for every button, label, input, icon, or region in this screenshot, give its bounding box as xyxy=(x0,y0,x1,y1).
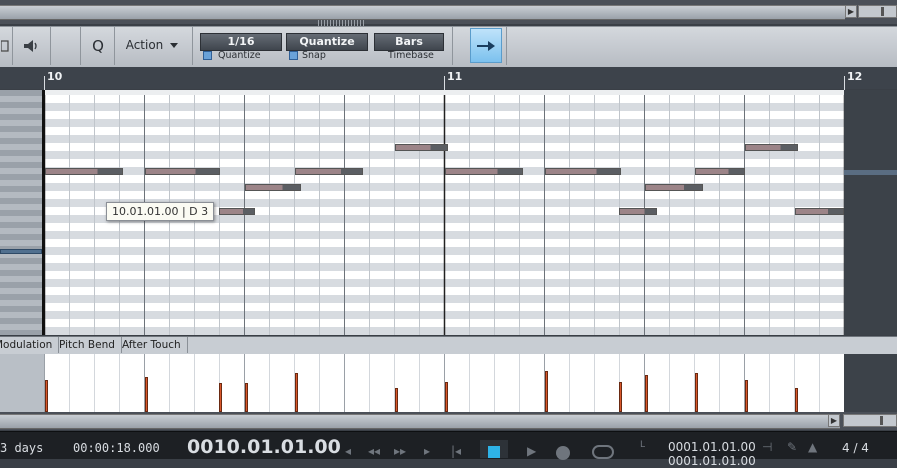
velocity-bar[interactable] xyxy=(219,383,222,412)
tab-modulation[interactable]: Modulation xyxy=(0,337,60,353)
tab-after-touch[interactable]: After Touch xyxy=(116,337,188,353)
bar-label: 12 xyxy=(847,70,863,83)
zoom-slider[interactable] xyxy=(843,414,897,427)
wrench-icon[interactable]: ✎ xyxy=(787,440,797,454)
quantize-mode-select[interactable]: Quantize xyxy=(286,33,368,51)
scroll-right-icon[interactable]: ▶ xyxy=(845,5,857,18)
velocity-lane-header xyxy=(0,354,44,412)
loop-icon[interactable] xyxy=(592,445,614,459)
velocity-bar[interactable] xyxy=(695,373,698,412)
note-position-tooltip: 10.01.01.00 | D 3 xyxy=(106,202,215,221)
stop-button[interactable] xyxy=(480,440,508,458)
velocity-bar[interactable] xyxy=(395,388,398,412)
duration-display: 3 days xyxy=(0,441,44,455)
midi-note[interactable] xyxy=(645,184,703,191)
timebase-sublabel: Timebase xyxy=(388,50,434,61)
playhead[interactable] xyxy=(42,90,45,335)
velocity-lane[interactable] xyxy=(44,354,844,412)
midi-note[interactable] xyxy=(395,144,448,151)
midi-note[interactable] xyxy=(619,208,657,215)
zoom-slider-handle[interactable] xyxy=(880,416,883,425)
velocity-bar[interactable] xyxy=(645,375,648,412)
velocity-bar[interactable] xyxy=(795,388,798,412)
velocity-lane-gutter xyxy=(844,354,897,412)
tab-pitch-bend[interactable]: Pitch Bend xyxy=(53,337,122,353)
next-marker-icon[interactable]: ▸ xyxy=(424,444,430,458)
piano-keyboard[interactable] xyxy=(0,90,44,335)
loop-start-display[interactable]: 0001.01.01.00 xyxy=(668,440,756,454)
midi-note[interactable] xyxy=(745,144,798,151)
midi-note[interactable] xyxy=(795,208,844,215)
midi-note[interactable] xyxy=(145,168,220,175)
rewind-icon[interactable]: ◂◂ xyxy=(368,444,380,458)
metronome-icon[interactable]: ⊣ xyxy=(762,440,772,454)
stop-icon xyxy=(488,446,500,458)
position-display[interactable]: 0010.01.01.00 xyxy=(187,436,341,458)
loop-end-display[interactable]: 0001.01.01.00 xyxy=(668,454,756,468)
midi-note[interactable] xyxy=(695,168,745,175)
midi-note[interactable] xyxy=(45,168,123,175)
snap-sublabel: Snap xyxy=(302,50,326,61)
midi-note[interactable] xyxy=(219,208,255,215)
zoom-slider-handle[interactable] xyxy=(881,7,884,16)
quantize-sublabel: Quantize xyxy=(218,50,261,61)
velocity-bar[interactable] xyxy=(45,380,48,412)
velocity-bar[interactable] xyxy=(619,382,622,412)
chevron-down-icon xyxy=(170,42,179,48)
timebase-select[interactable]: Bars xyxy=(374,33,444,51)
bar-label: 11 xyxy=(447,70,463,83)
key-note-marker xyxy=(0,249,42,254)
midi-note[interactable] xyxy=(295,168,363,175)
out-of-range-area xyxy=(844,90,897,335)
time-signature-display[interactable]: 4 / 4 xyxy=(842,441,869,455)
quantize-value-select[interactable]: 1/16 xyxy=(200,33,282,51)
midi-note[interactable] xyxy=(245,184,301,191)
bottom-horizontal-scrollbar[interactable] xyxy=(0,414,840,429)
quantize-q-button[interactable]: Q xyxy=(84,33,112,59)
action-label: Action xyxy=(125,38,164,52)
bar-label: 10 xyxy=(47,70,63,83)
play-icon[interactable]: ▶ xyxy=(527,444,536,458)
velocity-bar[interactable] xyxy=(445,382,448,412)
quantize-checkbox[interactable] xyxy=(203,51,212,60)
seconds-display: 00:00:18.000 xyxy=(73,441,160,455)
midi-note[interactable] xyxy=(545,168,621,175)
speaker-icon[interactable] xyxy=(16,33,46,59)
snap-checkbox[interactable] xyxy=(289,51,298,60)
velocity-bar[interactable] xyxy=(145,377,148,412)
mute-tool-icon[interactable] xyxy=(0,33,10,59)
follow-playback-button[interactable] xyxy=(470,28,502,63)
action-menu-button[interactable]: Action xyxy=(117,33,187,57)
zoom-slider[interactable] xyxy=(858,5,897,18)
overflow-note xyxy=(844,170,897,175)
return-to-start-icon[interactable]: |◂ xyxy=(451,444,461,458)
velocity-bar[interactable] xyxy=(545,371,548,412)
scroll-right-icon[interactable]: ▶ xyxy=(828,414,840,427)
velocity-bar[interactable] xyxy=(745,380,748,412)
velocity-bar[interactable] xyxy=(295,373,298,412)
velocity-bar[interactable] xyxy=(245,383,248,412)
midi-note[interactable] xyxy=(445,168,523,175)
arrow-right-icon xyxy=(477,40,495,51)
fast-forward-icon[interactable]: ▸▸ xyxy=(394,444,406,458)
top-horizontal-scrollbar[interactable] xyxy=(0,5,845,20)
loop-start-icon: L xyxy=(640,440,646,450)
previous-marker-icon[interactable]: ◂ xyxy=(345,444,351,458)
precount-icon[interactable]: ▲ xyxy=(808,440,817,454)
